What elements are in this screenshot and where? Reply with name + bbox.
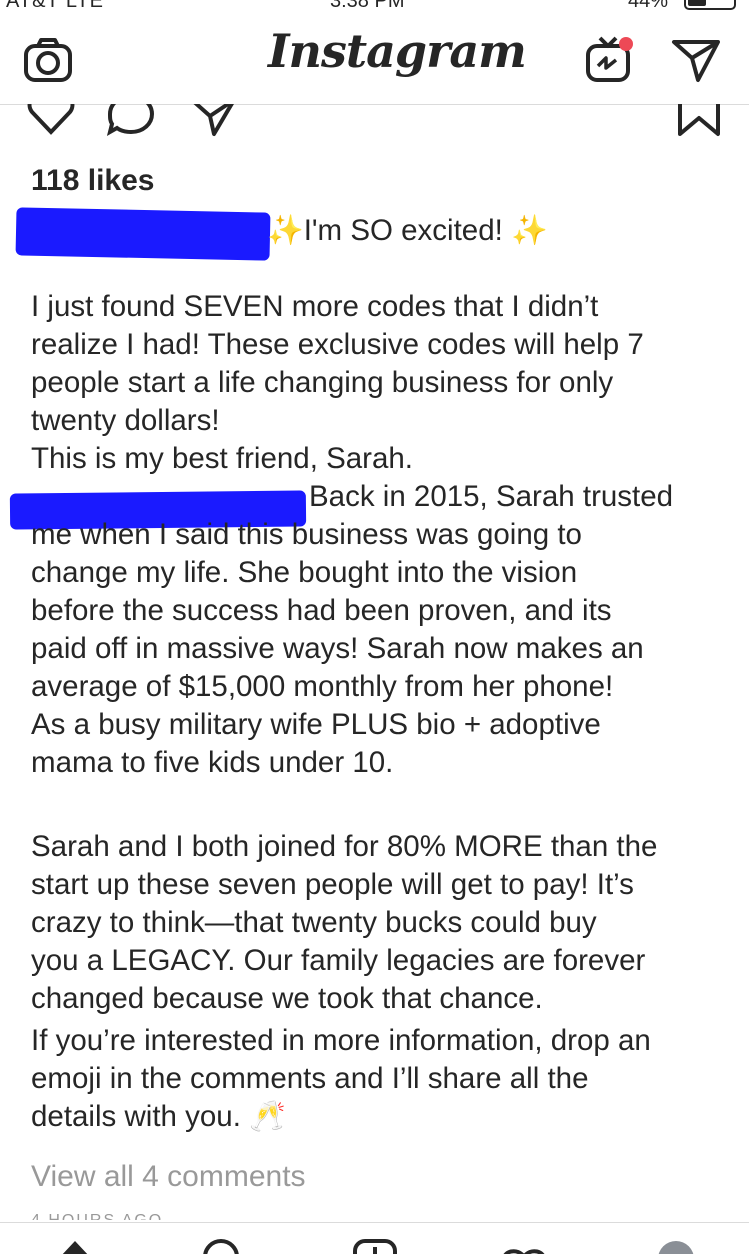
post-actions [0,104,749,144]
caption-line: Sarah and I both joined for 80% MORE tha… [31,830,658,863]
carrier-label: AT&T LTE [6,0,105,12]
save-bookmark-icon[interactable] [676,104,722,140]
caption-line: average of $15,000 monthly from her phon… [31,670,614,703]
post-timestamp: 4 HOURS AGO [31,1212,163,1220]
caption-line: you a LEGACY. Our family legacies are fo… [31,944,646,977]
caption-line: changed because we took that chance. [31,982,543,1015]
caption-line: I just found SEVEN more codes that I did… [31,290,599,323]
home-icon[interactable] [58,1237,92,1254]
post-caption: ✨I'm SO excited! ✨ I just found SEVEN mo… [31,212,731,1136]
caption-line: change my life. She bought into the visi… [31,556,578,589]
caption-tag-line: Back in 2015, Sarah trusted [309,480,674,513]
caption-line: crazy to think—that twenty bucks could b… [31,906,597,939]
caption-spacer [31,820,731,828]
new-post-icon[interactable] [352,1237,398,1254]
caption-spacer [31,250,731,288]
caption-line: emoji in the comments and I’ll share all… [31,1062,589,1095]
caption-line: people start a life changing business fo… [31,366,614,399]
status-bar: AT&T LTE 3:38 PM 44% [0,0,749,14]
instagram-logo: Instagram [268,24,527,78]
caption-line: realize I had! These exclusive codes wil… [31,328,644,361]
profile-avatar-icon[interactable] [656,1237,696,1254]
direct-message-icon[interactable] [670,34,722,86]
status-time: 3:38 PM [330,0,405,12]
bottom-tab-bar [0,1222,749,1254]
caption-headline: ✨I'm SO excited! ✨ [267,214,548,247]
caption-line: If you’re interested in more information… [31,1024,651,1057]
battery-icon [684,0,736,10]
caption-spacer [31,782,731,820]
comment-icon[interactable] [106,104,156,138]
caption-line: mama to five kids under 10. [31,746,394,779]
heart-icon[interactable] [26,104,76,136]
camera-icon[interactable] [22,34,74,86]
search-icon[interactable] [200,1237,242,1254]
view-all-comments-link[interactable]: View all 4 comments [31,1160,306,1194]
caption-line: me when I said this business was going t… [31,518,582,551]
caption-line: As a busy military wife PLUS bio + adopt… [31,708,601,741]
igtv-icon[interactable] [584,34,636,86]
share-icon[interactable] [190,104,238,138]
caption-line: details with you. 🥂 [31,1100,286,1133]
app-header: Instagram [0,14,749,105]
battery-percent: 44% [628,0,669,12]
caption-line: This is my best friend, Sarah. [31,442,414,475]
caption-line: twenty dollars! [31,404,220,437]
caption-line: paid off in massive ways! Sarah now make… [31,632,644,665]
caption-line: start up these seven people will get to … [31,868,634,901]
likes-count[interactable]: 118 likes [31,164,154,198]
caption-line: before the success had been proven, and … [31,594,612,627]
activity-heart-icon[interactable] [500,1237,548,1254]
